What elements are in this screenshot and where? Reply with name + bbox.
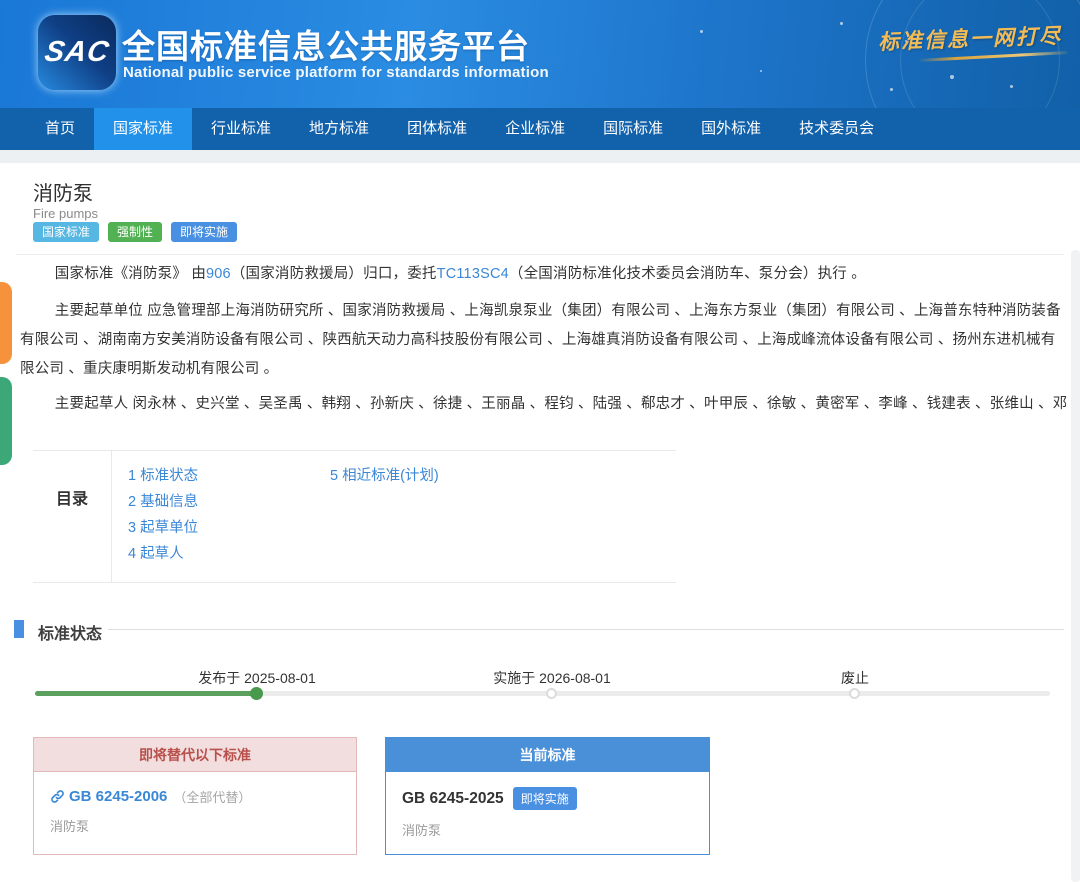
standard-intro-paragraph: 国家标准《消防泵》 由906（国家消防救援局）归口，委托TC113SC4（全国消… [20,260,1066,289]
replaced-standard-name: 消防泵 [50,816,340,835]
toc-link-drafting-units[interactable]: 3 起草单位 [128,515,198,541]
nav-item-technical-committees[interactable]: 技术委员会 [780,108,893,150]
timeline-dot-abolished [849,688,860,699]
replaced-standard-card: 即将替代以下标准 GB 6245-2006 （全部代替） 消防泵 [33,737,357,855]
toc-column-2: 5 相近标准(计划) [330,463,439,489]
toc-link-standard-status[interactable]: 1 标准状态 [128,463,198,489]
replaced-standard-line: GB 6245-2006 （全部代替） [50,787,340,806]
toc-label: 目录 [33,451,112,583]
current-card-body: GB 6245-2025 即将实施 消防泵 [386,772,709,839]
drafting-units-paragraph: 主要起草单位 应急管理部上海消防研究所 、国家消防救援局 、上海凯泉泵业（集团）… [20,297,1066,384]
tag-upcoming: 即将实施 [171,222,237,242]
section-marker [14,620,24,638]
timeline-label-abolished: 废止 [841,668,869,688]
page-scrollbar[interactable] [1071,250,1080,882]
replaced-card-header: 即将替代以下标准 [34,738,356,772]
section-title-standard-status: 标准状态 [38,620,102,644]
divider-line [16,254,1064,255]
intro-text-2: （国家消防救援局）归口，委托 [231,266,437,282]
link-tc113sc4[interactable]: TC113SC4 [437,266,509,282]
toc-link-basic-info[interactable]: 2 基础信息 [128,489,198,515]
site-header: SAC 全国标准信息公共服务平台 National public service… [0,0,1080,108]
toc-box: 目录 1 标准状态 2 基础信息 3 起草单位 4 起草人 5 相近标准(计划) [33,450,676,583]
link-gb-6245-2006[interactable]: GB 6245-2006 [69,788,167,805]
site-slogan: 标准信息一网打尽 [878,20,1063,56]
drafters-paragraph: 主要起草人 闵永林 、史兴堂 、吴圣禹 、韩翔 、孙新庆 、徐捷 、王丽晶 、程… [20,390,1066,419]
nav-item-enterprise-standards[interactable]: 企业标准 [486,108,584,150]
site-subtitle: National public service platform for sta… [123,64,549,81]
timeline-label-published: 发布于 2025-08-01 [198,668,316,688]
upcoming-badge: 即将实施 [513,787,577,810]
replaced-card-body: GB 6245-2006 （全部代替） 消防泵 [34,772,356,835]
nav-item-home[interactable]: 首页 [26,108,94,150]
nav-item-industry-standards[interactable]: 行业标准 [192,108,290,150]
replace-note: （全部代替） [173,787,251,806]
section-rule [108,629,1064,630]
timeline-label-implemented: 实施于 2026-08-01 [493,668,611,688]
side-widget-green-tab[interactable] [0,377,12,465]
sac-logo-text: SAC [42,36,112,69]
toc-link-similar-standards[interactable]: 5 相近标准(计划) [330,463,439,489]
timeline-progress [35,691,257,696]
nav-item-group-standards[interactable]: 团体标准 [388,108,486,150]
timeline-dot-published [250,687,263,700]
toc-link-drafters[interactable]: 4 起草人 [128,541,198,567]
sparkle-dot [840,22,843,25]
current-standard-card: 当前标准 GB 6245-2025 即将实施 消防泵 [385,737,710,855]
nav-item-local-standards[interactable]: 地方标准 [290,108,388,150]
side-widget-orange-tab[interactable] [0,282,12,364]
sparkle-dot [760,70,762,72]
sparkle-dot [890,88,893,91]
sparkle-dot [1010,85,1013,88]
nav-item-international-standards[interactable]: 国际标准 [584,108,682,150]
standard-tags: 国家标准 强制性 即将实施 [33,222,237,242]
main-nav: 首页 国家标准 行业标准 地方标准 团体标准 企业标准 国际标准 国外标准 技术… [0,108,1080,150]
current-standard-code: GB 6245-2025 [402,790,504,808]
sparkle-dot [950,75,954,79]
intro-text-1: 国家标准《消防泵》 由 [55,266,206,282]
link-icon [50,789,65,804]
toc-column-1: 1 标准状态 2 基础信息 3 起草单位 4 起草人 [128,463,198,567]
current-standard-name: 消防泵 [402,820,693,839]
current-standard-line: GB 6245-2025 即将实施 [402,787,693,810]
timeline-dot-implemented [546,688,557,699]
tag-mandatory: 强制性 [108,222,162,242]
link-906[interactable]: 906 [206,266,231,282]
page-background-strip [0,150,1080,163]
intro-text-3: （全国消防标准化技术委员会消防车、泵分会）执行 。 [509,266,866,282]
nav-item-national-standards[interactable]: 国家标准 [94,108,192,150]
current-card-header: 当前标准 [386,738,709,772]
main-content: 消防泵 Fire pumps 国家标准 强制性 即将实施 国家标准《消防泵》 由… [0,163,1080,882]
site-title: 全国标准信息公共服务平台 [122,20,530,68]
nav-item-foreign-standards[interactable]: 国外标准 [682,108,780,150]
tag-national-standard: 国家标准 [33,222,99,242]
standard-title-en: Fire pumps [33,206,98,221]
sac-logo[interactable]: SAC [38,15,116,90]
standard-title: 消防泵 [33,177,93,206]
sparkle-dot [700,30,703,33]
